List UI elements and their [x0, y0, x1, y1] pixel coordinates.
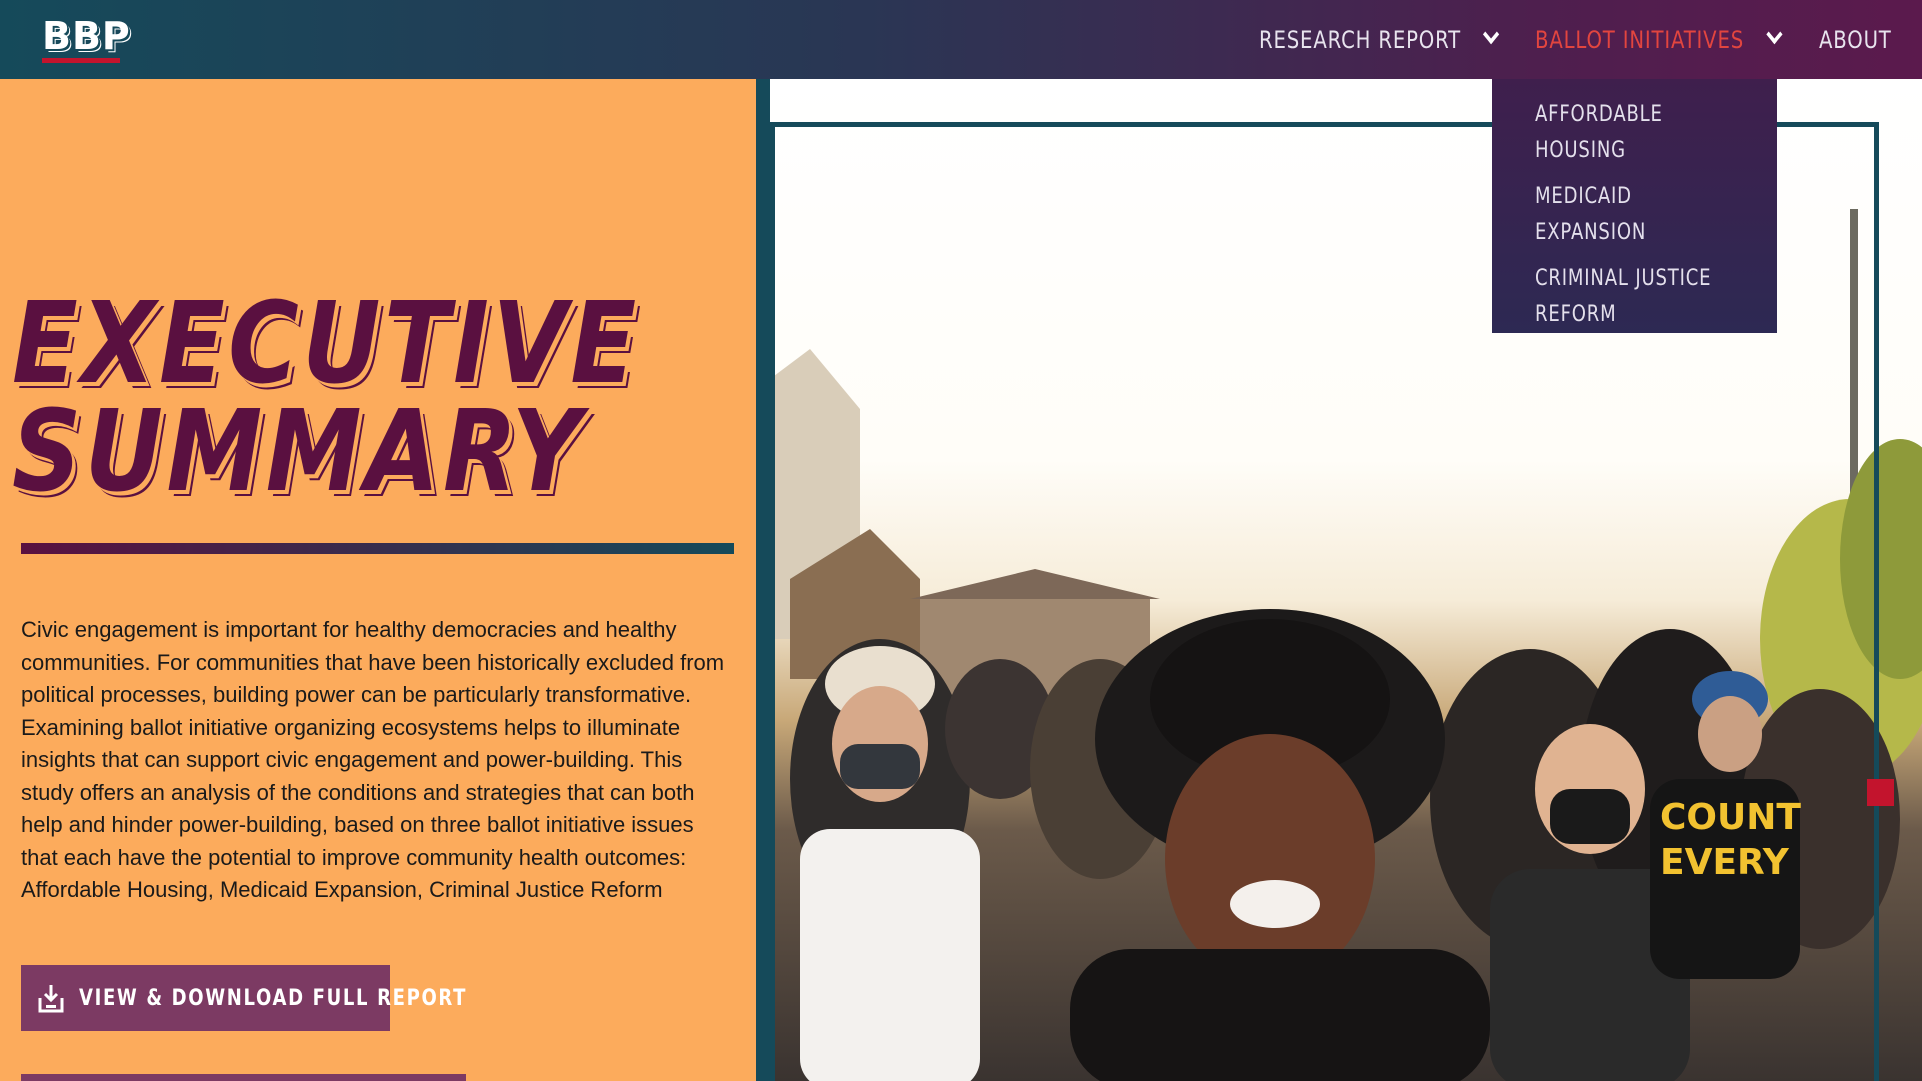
nav-research-report[interactable]: RESEARCH REPORT — [1259, 0, 1500, 79]
dropdown-item-medicaid-expansion[interactable]: MEDICAID EXPANSION — [1535, 179, 1748, 251]
page-title-line-1: EXECUTIVE — [12, 279, 640, 409]
svg-text:EVERY: EVERY — [1660, 842, 1790, 883]
nav-about[interactable]: ABOUT — [1819, 0, 1892, 79]
chevron-down-icon — [1483, 23, 1500, 44]
svg-text:COUNT: COUNT — [1660, 797, 1801, 838]
nav-research-report-label: RESEARCH REPORT — [1259, 25, 1462, 54]
download-icon — [35, 982, 67, 1014]
title-divider — [21, 543, 734, 554]
summary-text: Civic engagement is important for health… — [21, 617, 725, 902]
nav-ballot-initiatives-label: BALLOT INITIATIVES — [1535, 25, 1745, 54]
page-title: EXECUTIVE SUMMARY — [12, 279, 640, 517]
logo-underline — [42, 58, 120, 63]
ballot-initiatives-dropdown: AFFORDABLE HOUSING MEDICAID EXPANSION CR… — [1492, 79, 1777, 333]
frame-marker — [1867, 779, 1894, 806]
top-navigation: BBP RESEARCH REPORT BALLOT INITIATIVES A… — [0, 0, 1922, 79]
summary-panel — [0, 79, 756, 1081]
secondary-button-edge[interactable] — [21, 1074, 466, 1081]
chevron-down-icon — [1766, 23, 1783, 44]
page-title-line-2: SUMMARY — [12, 387, 585, 517]
panel-divider — [756, 79, 770, 1081]
download-report-button[interactable]: VIEW & DOWNLOAD FULL REPORT — [21, 965, 465, 1031]
dropdown-item-criminal-justice-reform[interactable]: CRIMINAL JUSTICE REFORM — [1535, 261, 1748, 333]
nav-about-label: ABOUT — [1819, 25, 1892, 54]
nav-ballot-initiatives[interactable]: BALLOT INITIATIVES — [1535, 0, 1783, 79]
site-logo[interactable]: BBP — [42, 14, 131, 58]
dropdown-item-affordable-housing[interactable]: AFFORDABLE HOUSING — [1535, 97, 1748, 169]
download-report-label: VIEW & DOWNLOAD FULL REPORT — [79, 985, 468, 1011]
